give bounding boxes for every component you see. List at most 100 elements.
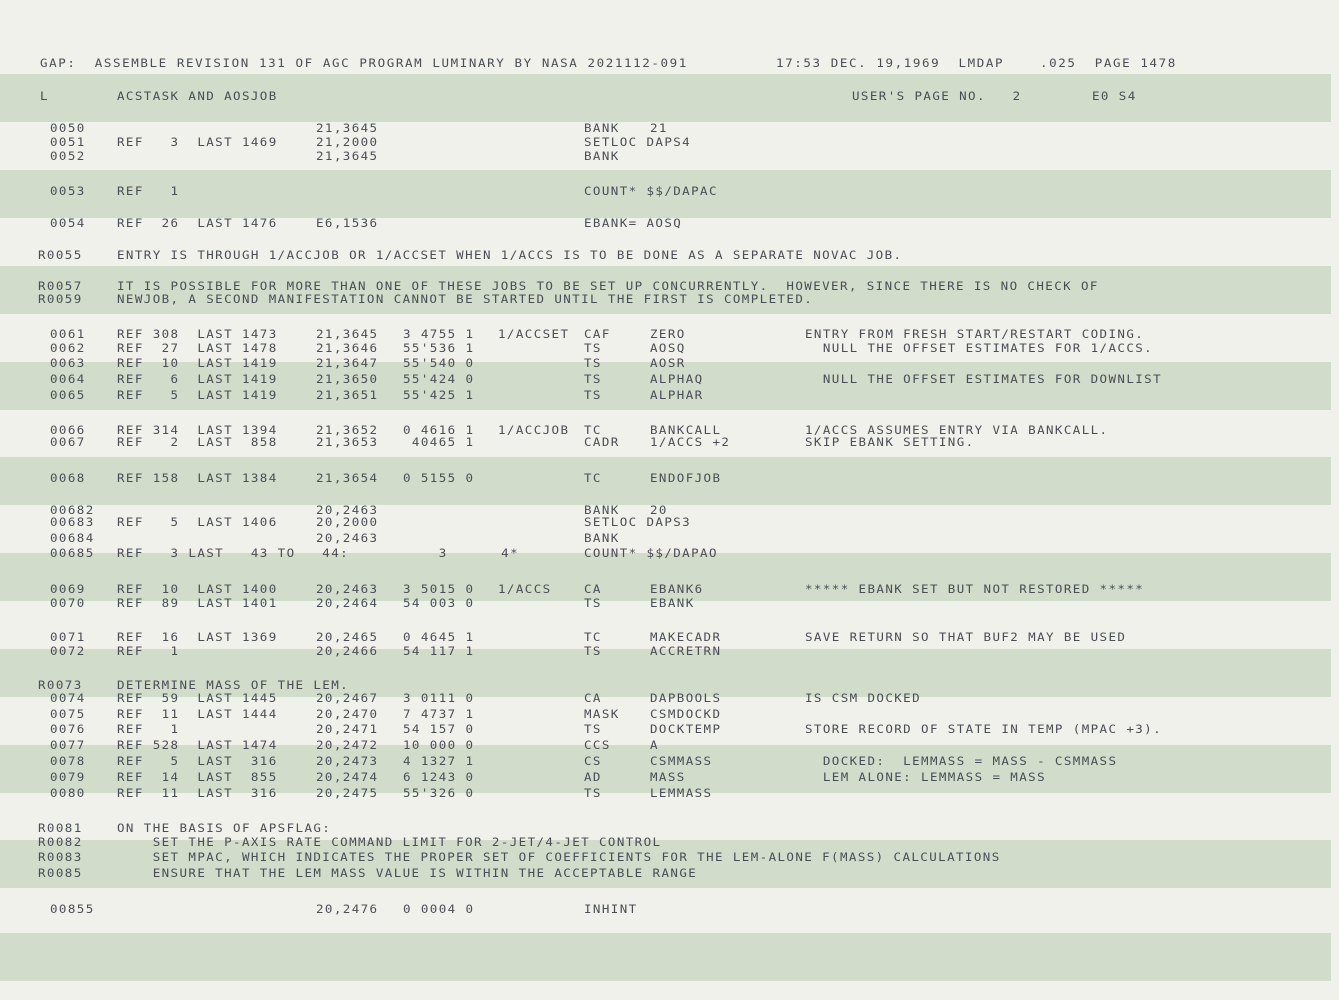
listing-inst: TS — [584, 356, 602, 370]
listing-line: R0081 — [38, 821, 83, 835]
assembly-header: GAP: ASSEMBLE REVISION 131 OF AGC PROGRA… — [40, 56, 688, 70]
listing-ref: REF 10 LAST 1419 — [117, 356, 278, 370]
listing-operand: DAPBOOLS — [650, 691, 722, 705]
listing-code: 54 003 0 — [403, 596, 475, 610]
listing-inst: CCS — [584, 738, 611, 752]
listing-assign: 20,2476 — [316, 902, 379, 916]
listing-code: 55'540 0 — [403, 356, 475, 370]
listing-inst: SETLOC DAPS3 — [584, 515, 692, 529]
listing-inst: AD — [584, 770, 602, 784]
listing-assign: 20,2463 — [316, 582, 379, 596]
listing-label: 1/ACCSET — [498, 327, 570, 341]
greenbar-stripe — [0, 933, 1331, 981]
listing-operand: CSMDOCKD — [650, 707, 722, 721]
listing-text: SET THE P-AXIS RATE COMMAND LIMIT FOR 2-… — [117, 835, 662, 849]
listing-assign: 21,3650 — [316, 372, 379, 386]
listing-line: 0052 — [50, 149, 86, 163]
listing-assign: 20,2471 — [316, 722, 379, 736]
listing-inst: TS — [584, 341, 602, 355]
listing-code: 54 157 0 — [403, 722, 475, 736]
listing-inst: BANK — [584, 149, 620, 163]
listing-code: 6 1243 0 — [403, 770, 475, 784]
listing-comment: ***** EBANK SET BUT NOT RESTORED ***** — [805, 582, 1145, 596]
listing-inst: TS — [584, 722, 602, 736]
listing-operand: ACCRETRN — [650, 644, 722, 658]
listing-line: 0068 — [50, 471, 86, 485]
listing-inst: TC — [584, 630, 602, 644]
listing-code: 55'424 0 — [403, 372, 475, 386]
header-page-info: .025 PAGE 1478 — [1040, 56, 1177, 70]
listing-ref: REF 1 — [117, 644, 180, 658]
listing-ref: REF 6 LAST 1419 — [117, 372, 278, 386]
listing-assign: 21,3654 — [316, 471, 379, 485]
listing-line: 0079 — [50, 770, 86, 784]
listing-assign: 20,2473 — [316, 754, 379, 768]
listing-inst: CAF — [584, 327, 611, 341]
listing-text: DETERMINE MASS OF THE LEM. — [117, 678, 350, 692]
listing-assign: 21,3645 — [316, 121, 379, 135]
listing-inst: INHINT — [584, 902, 638, 916]
listing-inst: TS — [584, 372, 602, 386]
listing-inst: TS — [584, 388, 602, 402]
listing-ref: REF 5 LAST 1419 — [117, 388, 278, 402]
listing-operand: DOCKTEMP — [650, 722, 722, 736]
listing-assign: 21,3651 — [316, 388, 379, 402]
listing-code: 7 4737 1 — [403, 707, 475, 721]
listing-comment: DOCKED: LEMMASS = MASS - CSMMASS — [805, 754, 1118, 768]
listing-inst: TS — [584, 596, 602, 610]
listing-code: 55'536 1 — [403, 341, 475, 355]
listing-line: 0061 — [50, 327, 86, 341]
listing-line: 0054 — [50, 216, 86, 230]
listing-ref: REF 5 LAST 316 — [117, 754, 278, 768]
listing-line: R0055 — [38, 248, 83, 262]
listing-line: 0063 — [50, 356, 86, 370]
header-timestamp: 17:53 DEC. 19,1969 LMDAP — [776, 56, 1005, 70]
listing-operand: MAKECADR — [650, 630, 722, 644]
listing-inst: COUNT* $$/DAPAC — [584, 184, 718, 198]
listing-text: IT IS POSSIBLE FOR MORE THAN ONE OF THES… — [117, 279, 1099, 293]
listing-line: 0050 — [50, 121, 86, 135]
users-page-number: USER'S PAGE NO. 2 — [852, 89, 1022, 103]
listing-line: R0083 — [38, 850, 83, 864]
listing-line: 0080 — [50, 786, 86, 800]
listing-operand: CSMMASS — [650, 754, 713, 768]
listing-line: 0074 — [50, 691, 86, 705]
listing-code: 3 4* — [403, 546, 520, 560]
listing-comment: NULL THE OFFSET ESTIMATES FOR 1/ACCS. — [805, 341, 1154, 355]
listing-ref: REF 3 LAST 1469 — [117, 135, 278, 149]
listing-text: ENSURE THAT THE LEM MASS VALUE IS WITHIN… — [117, 866, 698, 880]
listing-inst: EBANK= AOSQ — [584, 216, 683, 230]
listing-inst: CADR — [584, 435, 620, 449]
listing-line: 0078 — [50, 754, 86, 768]
listing-assign: 21,3653 — [316, 435, 379, 449]
listing-operand: 1/ACCS +2 — [650, 435, 731, 449]
listing-text: NEWJOB, A SECOND MANIFESTATION CANNOT BE… — [117, 292, 814, 306]
listing-ref: REF 11 LAST 316 — [117, 786, 278, 800]
listing-code: 55'326 0 — [403, 786, 475, 800]
listing-text: SET MPAC, WHICH INDICATES THE PROPER SET… — [117, 850, 1001, 864]
log-marker: L — [40, 89, 49, 103]
listing-assign: 20,2465 — [316, 630, 379, 644]
listing-comment: ENTRY FROM FRESH START/RESTART CODING. — [805, 327, 1145, 341]
listing-code: 40465 1 — [403, 435, 475, 449]
listing-code: 3 5015 0 — [403, 582, 475, 596]
listing-assign: 21,3645 — [316, 149, 379, 163]
listing-inst: TC — [584, 471, 602, 485]
listing-line: 00684 — [50, 531, 95, 545]
listing-text: ON THE BASIS OF APSFLAG: — [117, 821, 332, 835]
listing-ref: REF 1 — [117, 184, 180, 198]
listing-line: R0057 — [38, 279, 83, 293]
listing-code: 4 1327 1 — [403, 754, 475, 768]
listing-ref: REF 27 LAST 1478 — [117, 341, 278, 355]
listing-line: 0062 — [50, 341, 86, 355]
listing-inst: BANK — [584, 121, 620, 135]
listing-comment: LEM ALONE: LEMMASS = MASS — [805, 770, 1046, 784]
listing-assign: 20,2472 — [316, 738, 379, 752]
listing-ref: REF 158 LAST 1384 — [117, 471, 278, 485]
listing-line: 0064 — [50, 372, 86, 386]
listing-operand: ALPHAQ — [650, 372, 704, 386]
listing-label: 1/ACCJOB — [498, 423, 570, 437]
listing-code: 10 000 0 — [403, 738, 475, 752]
listing-line: R0085 — [38, 866, 83, 880]
listing-assign: 21,2000 — [316, 135, 379, 149]
